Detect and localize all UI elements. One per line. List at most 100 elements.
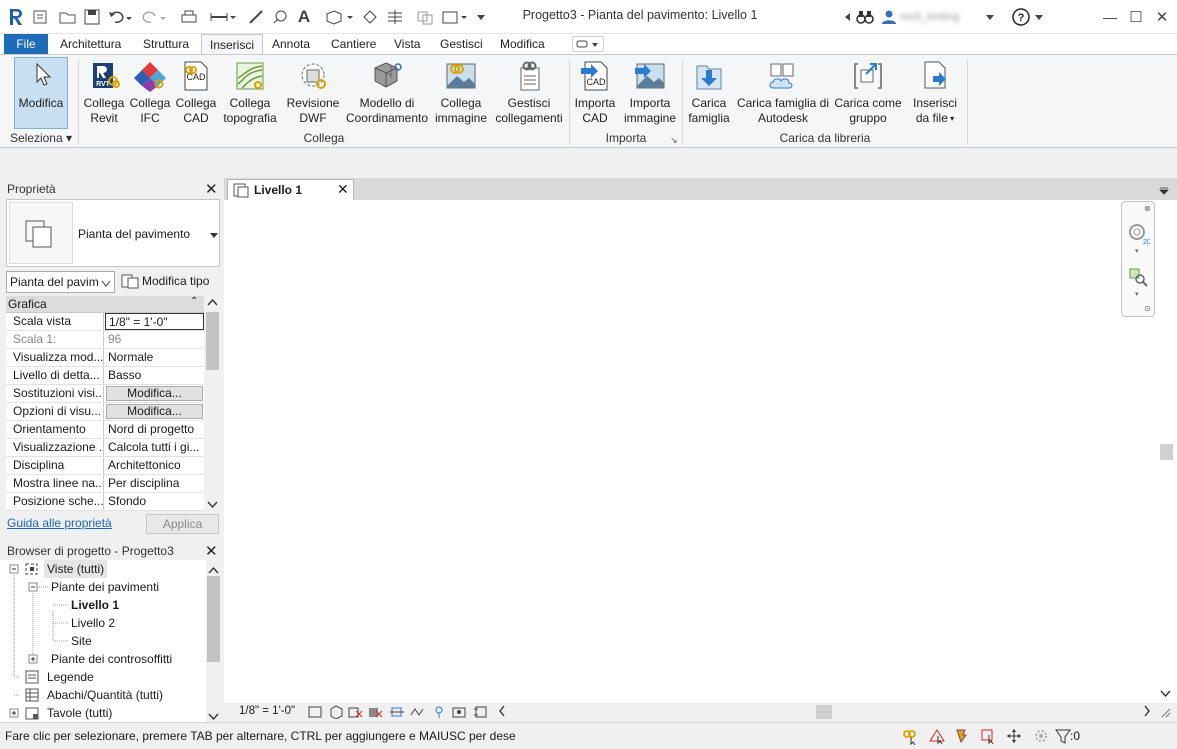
browser-scrollbar[interactable]	[206, 560, 221, 722]
property-section-header[interactable]: Grafica ⌃	[6, 296, 204, 313]
tab-architettura[interactable]: Architettura	[52, 34, 129, 54]
section-icon[interactable]	[360, 6, 380, 28]
shadows-icon[interactable]	[368, 705, 384, 722]
select-links-icon[interactable]	[901, 727, 919, 748]
dialog-launcher-icon[interactable]: ↘	[670, 135, 678, 146]
tree-site[interactable]: Site	[71, 632, 92, 650]
edit-property-button[interactable]: Modifica...	[106, 404, 203, 419]
tab-overflow-icon[interactable]	[1159, 184, 1169, 198]
scroll-thumb[interactable]	[206, 312, 219, 370]
apply-button[interactable]: Applica	[146, 514, 219, 534]
caret-left-icon[interactable]	[840, 6, 854, 28]
zoom-menu-icon[interactable]: ▾	[1135, 290, 1139, 298]
scroll-thumb[interactable]	[207, 576, 220, 662]
temporary-hide-icon[interactable]	[433, 705, 445, 722]
edit-property-button[interactable]: Modifica...	[106, 386, 203, 401]
select-pinned-icon[interactable]	[953, 727, 971, 748]
tree-level-1[interactable]: Livello 1	[71, 596, 119, 614]
print-icon[interactable]	[178, 6, 200, 28]
dwf-markup-button[interactable]: Revisione DWF	[283, 58, 343, 130]
load-family-button[interactable]: Carica famiglia	[684, 58, 734, 130]
user-dropdown-icon[interactable]	[984, 6, 996, 28]
tab-file[interactable]: File	[4, 34, 48, 54]
property-value[interactable]: Normale	[105, 349, 204, 366]
close-hidden-windows-icon[interactable]	[414, 6, 436, 28]
property-value[interactable]: Nord di progetto	[105, 421, 204, 438]
horizontal-scroll-thumb[interactable]	[816, 705, 832, 719]
show-crop-icon[interactable]	[409, 705, 425, 722]
text-icon[interactable]: A	[294, 6, 314, 28]
undo-icon[interactable]	[106, 6, 134, 28]
close-properties-icon[interactable]: ✕	[205, 180, 218, 198]
aligned-dimension-icon[interactable]	[246, 6, 266, 28]
scroll-down-icon[interactable]	[207, 498, 218, 512]
steering-wheel-icon[interactable]: 2D	[1128, 222, 1152, 249]
autodesk-family-button[interactable]: Carica famiglia di Autodesk	[734, 58, 832, 130]
close-view-icon[interactable]: ✕	[337, 181, 349, 198]
properties-scrollbar[interactable]	[205, 296, 220, 510]
maximize-button[interactable]: ☐	[1126, 6, 1146, 28]
panel-toggle-icon[interactable]	[572, 36, 604, 52]
reveal-hidden-icon[interactable]	[452, 705, 468, 722]
scroll-left-icon[interactable]	[498, 704, 506, 721]
import-cad-button[interactable]: CAD Importa CAD	[571, 58, 619, 130]
drawing-area[interactable]: Livello 1 ✕ ⊗ 2D ▾ ▾ ⊙ 1/8" = 1'-0"	[224, 178, 1177, 722]
visual-style-icon[interactable]	[328, 705, 344, 722]
link-image-button[interactable]: Collega immagine	[432, 58, 490, 130]
scroll-down-icon[interactable]	[1160, 687, 1171, 701]
property-value[interactable]: Per disciplina	[105, 475, 204, 492]
insert-dropdown-icon[interactable]: ▾	[948, 114, 954, 123]
select-underlay-icon[interactable]	[928, 727, 946, 748]
wheel-menu-icon[interactable]: ▾	[1135, 247, 1139, 255]
detail-level-icon[interactable]	[308, 705, 322, 722]
modify-button[interactable]: Modifica	[14, 57, 68, 129]
edit-type-button[interactable]: Modifica tipo	[119, 271, 219, 293]
property-value[interactable]: Basso	[105, 367, 204, 384]
tree-level-2[interactable]: Livello 2	[71, 614, 115, 632]
load-group-button[interactable]: Carica come gruppo	[832, 58, 904, 130]
manage-links-button[interactable]: Gestisci collegamenti	[491, 58, 567, 130]
binoculars-icon[interactable]	[855, 6, 875, 28]
3d-view-icon[interactable]	[324, 6, 356, 28]
close-browser-icon[interactable]: ✕	[205, 542, 218, 560]
properties-help-link[interactable]: Guida alle proprietà	[7, 516, 112, 530]
tab-struttura[interactable]: Struttura	[135, 34, 197, 54]
drag-elements-icon[interactable]	[1005, 727, 1023, 748]
help-dropdown-icon[interactable]	[1034, 6, 1044, 28]
tab-cantiere[interactable]: Cantiere	[323, 34, 384, 54]
tree-views[interactable]: Viste (tutti)	[44, 560, 108, 578]
revit-logo-icon[interactable]	[6, 6, 26, 28]
link-revit-button[interactable]: RVT Collega Revit	[81, 58, 127, 130]
minimize-button[interactable]: —	[1100, 6, 1120, 28]
link-topography-button[interactable]: Collega topografia	[220, 58, 280, 130]
property-value[interactable]: Sfondo	[105, 493, 204, 510]
close-button[interactable]: ✕	[1152, 6, 1172, 28]
info-center-icon[interactable]	[30, 6, 50, 28]
link-cad-button[interactable]: CAD Collega CAD	[173, 58, 219, 130]
link-ifc-button[interactable]: Collega IFC	[128, 58, 172, 130]
coordination-model-button[interactable]: Modello di Coordinamento	[343, 58, 431, 130]
type-filter-select[interactable]: Pianta del pavim	[6, 271, 115, 293]
tree-legends[interactable]: Legende	[47, 668, 94, 686]
redo-icon[interactable]	[140, 6, 168, 28]
background-process-icon[interactable]	[1032, 727, 1050, 748]
expand-ceiling-plans-icon[interactable]	[28, 650, 38, 668]
sun-path-icon[interactable]	[348, 705, 364, 722]
user-name[interactable]: revit_testing	[900, 6, 980, 28]
scroll-up-icon[interactable]	[207, 298, 218, 308]
tab-vista[interactable]: Vista	[386, 34, 428, 54]
canvas-vertical-scrollbar[interactable]	[1157, 200, 1175, 705]
scroll-right-icon[interactable]	[1143, 704, 1151, 721]
tree-floor-plans[interactable]: Piante dei pavimenti	[51, 578, 159, 596]
open-icon[interactable]	[58, 6, 78, 28]
scroll-up-icon[interactable]	[208, 563, 219, 577]
tag-icon[interactable]	[270, 6, 290, 28]
property-value[interactable]: 1/8" = 1'-0"	[105, 313, 204, 330]
property-value[interactable]: Architettonico	[105, 457, 204, 474]
tab-gestisci[interactable]: Gestisci	[432, 34, 491, 54]
collapse-floor-plans-icon[interactable]	[28, 578, 38, 596]
collapse-views-icon[interactable]	[9, 560, 19, 578]
measure-icon[interactable]	[208, 6, 238, 28]
zoom-region-icon[interactable]	[1128, 267, 1150, 292]
scroll-thumb[interactable]	[1160, 444, 1173, 460]
